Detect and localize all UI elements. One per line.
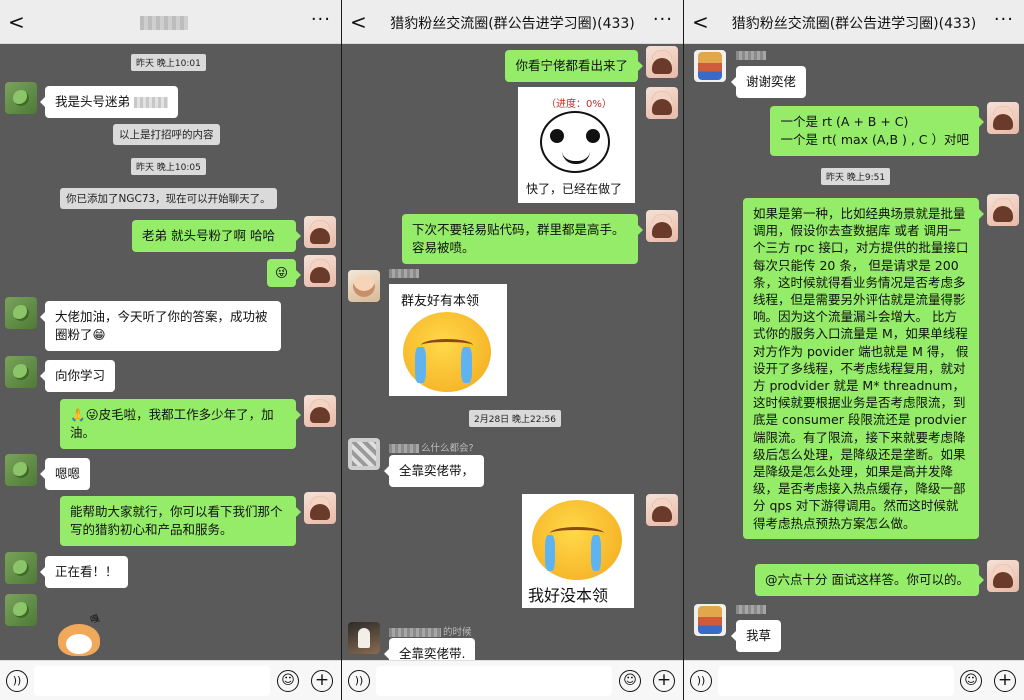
back-arrow-icon[interactable]: < bbox=[8, 11, 25, 33]
back-arrow-icon[interactable]: < bbox=[692, 11, 709, 33]
avatar-self[interactable] bbox=[646, 494, 678, 526]
sender-name bbox=[736, 50, 768, 61]
sticker-caption: （进度：0%） bbox=[546, 99, 612, 110]
message-bubble-self[interactable]: 如果是第一种，比如经典场景就是批量调用，假设你去查数据库 或者 调用一个三方 r… bbox=[743, 198, 984, 539]
system-message: 你已添加了NGC73，现在可以开始聊天了。 bbox=[60, 188, 277, 209]
message-bubble[interactable]: 嗯嗯 bbox=[39, 458, 91, 490]
chat-title-masked bbox=[140, 16, 188, 30]
voice-icon[interactable]: )) bbox=[6, 670, 28, 692]
timestamp: 昨天 晚上10:01 bbox=[131, 54, 206, 71]
message-input[interactable] bbox=[376, 666, 612, 696]
more-icon[interactable]: ··· bbox=[653, 9, 673, 30]
input-bar: )) ☺ + bbox=[684, 660, 1024, 700]
back-arrow-icon[interactable]: < bbox=[350, 11, 367, 33]
avatar-self[interactable] bbox=[987, 560, 1019, 592]
more-icon[interactable]: ··· bbox=[311, 9, 331, 30]
message-bubble[interactable]: 大佬加油，今天听了你的答案，成功被圈粉了😁 bbox=[40, 301, 281, 351]
input-bar: )) ☺ + bbox=[0, 660, 341, 700]
message-bubble-self[interactable]: 你看宁佬都看出来了 bbox=[505, 50, 643, 82]
shiba-face bbox=[66, 634, 92, 654]
message-bubble-self[interactable]: @六点十分 面试这样答。你可以的。 bbox=[755, 564, 984, 596]
chat-title: 猎豹粉丝交流圈(群公告进学习圈)(433) bbox=[390, 16, 635, 32]
emoji-icon[interactable]: ☺ bbox=[619, 670, 641, 692]
sender-name bbox=[736, 604, 768, 615]
avatar[interactable] bbox=[348, 622, 380, 654]
avatar[interactable] bbox=[5, 552, 37, 584]
avatar[interactable] bbox=[5, 297, 37, 329]
avatar-self[interactable] bbox=[304, 492, 336, 524]
chat-header: < 猎豹粉丝交流圈(群公告进学习圈)(433) ··· bbox=[684, 0, 1024, 44]
avatar[interactable] bbox=[694, 604, 726, 636]
sender-name: 么什么都会? bbox=[389, 440, 474, 454]
message-bubble[interactable]: 正在看！！ bbox=[40, 556, 128, 588]
sender-name bbox=[389, 268, 421, 279]
input-bar: )) ☺ + bbox=[342, 660, 683, 700]
chat-header: < 猎豹粉丝交流圈(群公告进学习圈)(433) ··· bbox=[342, 0, 683, 44]
sticker-caption: 我好没本领 bbox=[528, 586, 609, 605]
avatar[interactable] bbox=[348, 438, 380, 470]
panda-face-icon bbox=[540, 111, 610, 173]
chat-header: < ··· bbox=[0, 0, 341, 44]
avatar[interactable] bbox=[5, 594, 37, 626]
sticker-caption: 快了，已经在做了 bbox=[526, 182, 623, 196]
chat-title: 猎豹粉丝交流圈(群公告进学习圈)(433) bbox=[731, 16, 977, 32]
avatar-self[interactable] bbox=[646, 46, 678, 78]
masked-text bbox=[134, 97, 168, 108]
message-bubble[interactable]: 我草 bbox=[730, 620, 782, 652]
message-bubble-self[interactable]: 下次不要轻易贴代码，群里都是高手。容易被喷。 bbox=[402, 214, 643, 264]
avatar-self[interactable] bbox=[987, 102, 1019, 134]
message-bubble-self[interactable]: 🙏😜皮毛啦，我都工作多少年了，加油。 bbox=[60, 399, 301, 449]
timestamp: 昨天 晚上9:51 bbox=[821, 168, 891, 185]
avatar-self[interactable] bbox=[304, 255, 336, 287]
voice-icon[interactable]: )) bbox=[348, 670, 370, 692]
avatar[interactable] bbox=[5, 454, 37, 486]
plus-icon[interactable]: + bbox=[994, 670, 1016, 692]
plus-icon[interactable]: + bbox=[311, 670, 333, 692]
avatar[interactable] bbox=[5, 356, 37, 388]
message-bubble[interactable]: 向你学习 bbox=[39, 360, 116, 392]
message-bubble-self[interactable]: 能帮助大家就行，你可以看下我们那个写的猎豹初心和产品和服务。 bbox=[60, 496, 301, 546]
avatar-self[interactable] bbox=[304, 216, 336, 248]
timestamp: 2月28日 晚上22:56 bbox=[469, 410, 561, 427]
system-message: 以上是打招呼的内容 bbox=[113, 124, 220, 145]
avatar[interactable] bbox=[694, 50, 726, 82]
message-bubble-self[interactable]: 一个是 rt (A + B + C) 一个是 rt( max (A,B ) , … bbox=[770, 106, 984, 156]
chat-area[interactable]: 昨天 晚上10:01 我是头号迷弟 以上是打招呼的内容 昨天 晚上10:05 你… bbox=[0, 44, 341, 660]
timestamp: 昨天 晚上10:05 bbox=[131, 158, 206, 175]
message-input[interactable] bbox=[718, 666, 954, 696]
message-input[interactable] bbox=[34, 666, 270, 696]
chat-panel-2: < 猎豹粉丝交流圈(群公告进学习圈)(433) ··· 你看宁佬都看出来了 （进… bbox=[342, 0, 683, 700]
shiba-sticker[interactable]: 嘎 bbox=[52, 614, 104, 658]
message-bubble[interactable]: 谢谢奕佬 bbox=[730, 66, 807, 98]
chat-panel-3: < 猎豹粉丝交流圈(群公告进学习圈)(433) ··· 谢谢奕佬 一个是 rt … bbox=[684, 0, 1024, 700]
avatar-self[interactable] bbox=[646, 87, 678, 119]
voice-icon[interactable]: )) bbox=[690, 670, 712, 692]
crying-sticker[interactable]: 我好没本领 bbox=[522, 494, 634, 608]
sticker-caption: 群友好有本领 bbox=[401, 294, 480, 309]
plus-icon[interactable]: + bbox=[653, 670, 675, 692]
emoji-icon[interactable]: ☺ bbox=[960, 670, 982, 692]
chat-panel-1: < ··· 昨天 晚上10:01 我是头号迷弟 以上是打招呼的内容 昨天 晚上1… bbox=[0, 0, 341, 700]
crying-face-icon bbox=[403, 312, 491, 392]
more-icon[interactable]: ··· bbox=[994, 9, 1014, 30]
message-bubble[interactable]: 我是头号迷弟 bbox=[40, 86, 178, 118]
avatar-self[interactable] bbox=[304, 395, 336, 427]
message-bubble[interactable]: 全靠奕佬带， bbox=[383, 455, 485, 487]
chat-area[interactable]: 谢谢奕佬 一个是 rt (A + B + C) 一个是 rt( max (A,B… bbox=[684, 44, 1024, 660]
crying-face-icon bbox=[532, 500, 622, 580]
sender-name: 的时候 bbox=[389, 624, 472, 638]
avatar[interactable] bbox=[348, 270, 380, 302]
emoji-icon[interactable]: ☺ bbox=[277, 670, 299, 692]
panda-sticker[interactable]: （进度：0%） 快了，已经在做了 bbox=[518, 87, 635, 203]
crying-sticker[interactable]: 群友好有本领 bbox=[389, 284, 507, 396]
chat-area[interactable]: 你看宁佬都看出来了 （进度：0%） 快了，已经在做了 下次不要轻易贴代码，群里都… bbox=[342, 44, 683, 670]
avatar-self[interactable] bbox=[987, 194, 1019, 226]
message-bubble-self[interactable]: 😜 bbox=[266, 259, 302, 287]
avatar[interactable] bbox=[5, 82, 37, 114]
avatar-self[interactable] bbox=[646, 210, 678, 242]
message-bubble-self[interactable]: 老弟 就头号粉了啊 哈哈 bbox=[132, 220, 301, 252]
